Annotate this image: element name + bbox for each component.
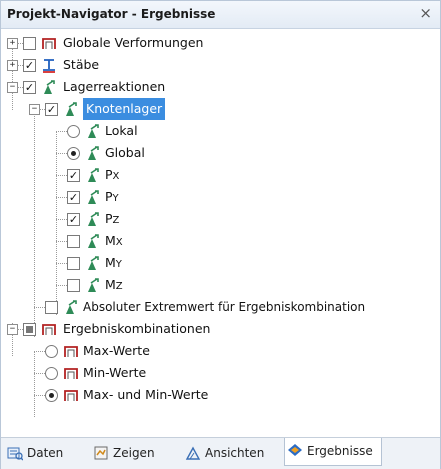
support-reaction-icon bbox=[88, 278, 99, 292]
tab-ansichten[interactable]: Ansichten bbox=[183, 441, 281, 465]
tree-item-staebe[interactable]: + ✓ Stäbe bbox=[1, 54, 440, 76]
support-reaction-icon bbox=[88, 146, 99, 160]
tree-item-lokal[interactable]: Lokal bbox=[1, 120, 440, 142]
tree-line bbox=[56, 263, 67, 264]
tree-line bbox=[34, 373, 45, 374]
px-checkbox[interactable]: ✓ bbox=[67, 169, 80, 182]
tree-item-label: Max- und Min-Werte bbox=[83, 387, 209, 402]
tree-item-label: Absoluter Extremwert für Ergebniskombina… bbox=[83, 300, 366, 314]
tree-line bbox=[34, 307, 45, 308]
lokal-radio[interactable] bbox=[67, 125, 80, 138]
tree-item-label: PX bbox=[105, 167, 120, 182]
tab-label: Ergebnisse bbox=[307, 444, 373, 458]
tree-item-label: Max-Werte bbox=[83, 343, 150, 358]
frame-icon bbox=[42, 324, 56, 335]
globale-verformungen-checkbox[interactable] bbox=[23, 37, 36, 50]
tree-item-ergebniskombinationen[interactable]: − Ergebniskombinationen bbox=[1, 318, 440, 340]
frame-icon bbox=[64, 346, 78, 357]
tree-item-label: Min-Werte bbox=[83, 365, 147, 380]
tree-line bbox=[56, 219, 67, 220]
tree-item-mx[interactable]: MX bbox=[1, 230, 440, 252]
navigator-tab-bar: Daten Zeigen Ansichten Ergebnisse bbox=[1, 437, 440, 469]
tree-item-label: Lokal bbox=[105, 123, 138, 138]
support-reaction-icon bbox=[88, 234, 99, 248]
tree-item-absoluter-extremwert[interactable]: Absoluter Extremwert für Ergebniskombina… bbox=[1, 296, 440, 318]
tree-item-label: Globale Verformungen bbox=[63, 35, 204, 50]
support-reaction-icon bbox=[88, 190, 99, 204]
max-und-min-werte-radio[interactable] bbox=[45, 389, 58, 402]
tree-item-label: PZ bbox=[105, 211, 120, 226]
support-reaction-icon bbox=[66, 300, 77, 314]
tree-item-label: PY bbox=[105, 189, 119, 204]
py-checkbox[interactable]: ✓ bbox=[67, 191, 80, 204]
tree-item-lagerreaktionen[interactable]: − ✓ Lagerreaktionen bbox=[1, 76, 440, 98]
tree-line bbox=[56, 131, 67, 132]
tree-item-mz[interactable]: MZ bbox=[1, 274, 440, 296]
tree-item-max-und-min-werte[interactable]: Max- und Min-Werte bbox=[1, 384, 440, 406]
tree-item-label: Stäbe bbox=[63, 57, 100, 72]
tree-item-pz[interactable]: ✓ PZ bbox=[1, 208, 440, 230]
support-reaction-icon bbox=[88, 124, 99, 138]
tab-label: Zeigen bbox=[113, 446, 155, 460]
mx-checkbox[interactable] bbox=[67, 235, 80, 248]
tree-line bbox=[56, 153, 67, 154]
staebe-checkbox[interactable]: ✓ bbox=[23, 59, 36, 72]
tree-item-px[interactable]: ✓ PX bbox=[1, 164, 440, 186]
title-bar: Projekt-Navigator - Ergebnisse × bbox=[1, 1, 440, 29]
tree-item-label: Knotenlager bbox=[83, 98, 166, 120]
tree-item-py[interactable]: ✓ PY bbox=[1, 186, 440, 208]
lagerreaktionen-checkbox[interactable]: ✓ bbox=[23, 81, 36, 94]
tree-item-global[interactable]: Global bbox=[1, 142, 440, 164]
project-navigator-panel: Projekt-Navigator - Ergebnisse × + Globa… bbox=[0, 0, 441, 469]
pz-checkbox[interactable]: ✓ bbox=[67, 213, 80, 226]
tab-label: Ansichten bbox=[205, 446, 265, 460]
frame-icon bbox=[64, 368, 78, 379]
tree-item-globale-verformungen[interactable]: + Globale Verformungen bbox=[1, 32, 440, 54]
support-reaction-icon bbox=[88, 168, 99, 182]
min-werte-radio[interactable] bbox=[45, 367, 58, 380]
ergebniskombinationen-checkbox[interactable] bbox=[23, 323, 36, 336]
tree-item-label: MY bbox=[105, 255, 122, 270]
data-icon bbox=[7, 447, 23, 461]
results-tree: + Globale Verformungen + ✓ Stäbe − ✓ Lag… bbox=[1, 29, 440, 435]
support-reaction-icon bbox=[44, 80, 55, 94]
tree-line bbox=[56, 197, 67, 198]
my-checkbox[interactable] bbox=[67, 257, 80, 270]
show-icon bbox=[94, 446, 108, 460]
panel-title: Projekt-Navigator - Ergebnisse bbox=[7, 7, 216, 21]
tab-daten[interactable]: Daten bbox=[5, 441, 87, 465]
frame-icon bbox=[42, 38, 56, 49]
tab-label: Daten bbox=[27, 446, 64, 460]
support-reaction-icon bbox=[88, 212, 99, 226]
global-radio[interactable] bbox=[67, 147, 80, 160]
nodal-support-icon bbox=[66, 102, 77, 116]
support-reaction-icon bbox=[88, 256, 99, 270]
tree-item-label: MZ bbox=[105, 277, 123, 292]
tree-line bbox=[34, 351, 45, 352]
tree-item-min-werte[interactable]: Min-Werte bbox=[1, 362, 440, 384]
tree-item-label: Global bbox=[105, 145, 145, 160]
max-werte-radio[interactable] bbox=[45, 345, 58, 358]
tree-item-label: Lagerreaktionen bbox=[63, 79, 166, 94]
tab-zeigen[interactable]: Zeigen bbox=[91, 441, 179, 465]
tree-item-max-werte[interactable]: Max-Werte bbox=[1, 340, 440, 362]
results-icon bbox=[288, 444, 302, 456]
absoluter-extremwert-checkbox[interactable] bbox=[45, 301, 58, 314]
tree-item-label: MX bbox=[105, 233, 123, 248]
tree-item-my[interactable]: MY bbox=[1, 252, 440, 274]
mz-checkbox[interactable] bbox=[67, 279, 80, 292]
tree-line bbox=[56, 241, 67, 242]
knotenlager-checkbox[interactable]: ✓ bbox=[45, 103, 58, 116]
tree-line bbox=[56, 175, 67, 176]
frame-icon bbox=[64, 390, 78, 401]
tree-line bbox=[34, 395, 45, 396]
tree-item-knotenlager[interactable]: − ✓ Knotenlager bbox=[1, 98, 440, 120]
tree-line bbox=[56, 285, 67, 286]
close-icon[interactable]: × bbox=[419, 4, 432, 22]
tree-item-label: Ergebniskombinationen bbox=[63, 321, 211, 336]
tab-ergebnisse[interactable]: Ergebnisse bbox=[284, 438, 382, 466]
views-icon bbox=[185, 446, 201, 460]
member-icon bbox=[43, 59, 55, 73]
